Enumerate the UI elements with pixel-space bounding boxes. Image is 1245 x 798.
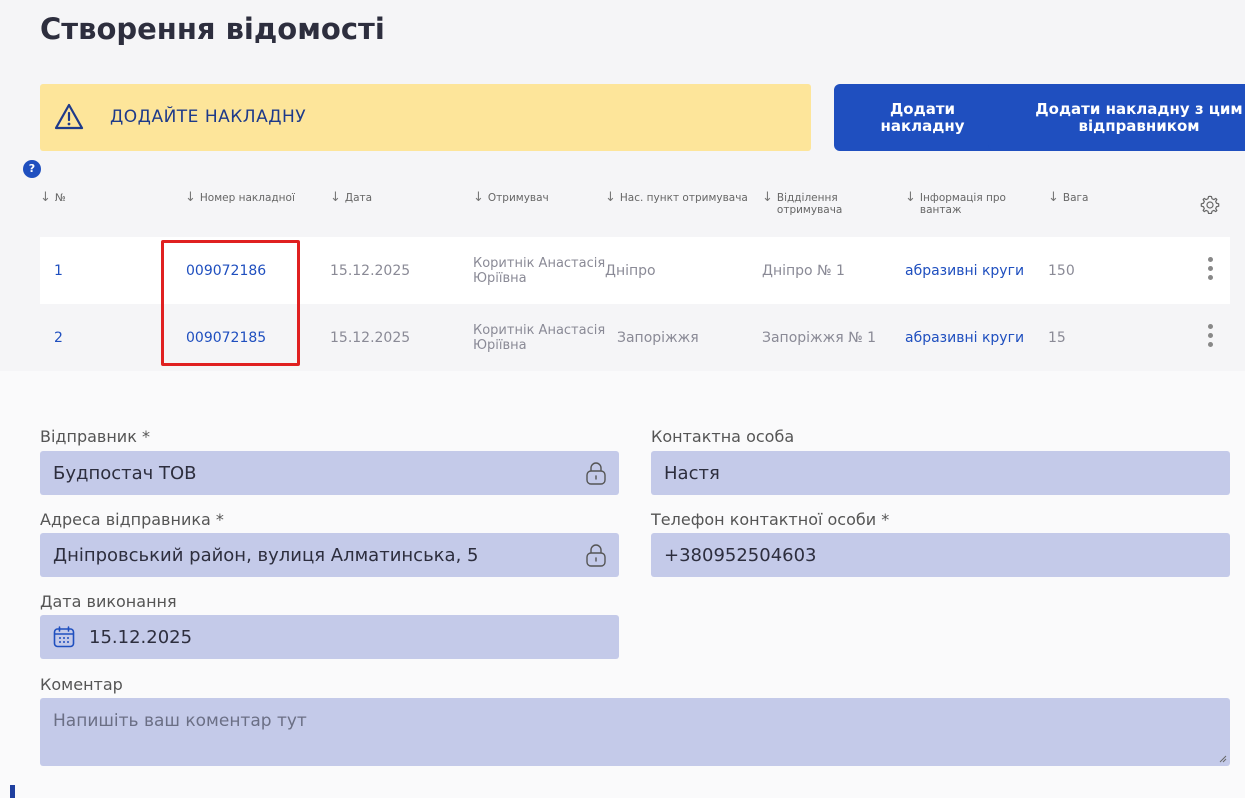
- row-date: 15.12.2025: [330, 329, 411, 346]
- sender-label: Відправник *: [40, 427, 150, 446]
- column-header-weight[interactable]: ↓ Вага: [1048, 190, 1089, 205]
- contact-field[interactable]: Настя: [651, 451, 1230, 495]
- sort-arrow-icon: ↓: [605, 190, 616, 205]
- sort-arrow-icon: ↓: [762, 190, 773, 205]
- column-header-recipient[interactable]: ↓ Отримувач: [473, 190, 549, 205]
- sort-arrow-icon: ↓: [330, 190, 341, 205]
- comment-label: Коментар: [40, 675, 123, 694]
- warning-text: ДОДАЙТЕ НАКЛАДНУ: [110, 107, 307, 127]
- row-recipient: Коритнік Анастасія Юріївна: [473, 322, 606, 353]
- row-weight: 15: [1048, 329, 1066, 346]
- address-label: Адреса відправника *: [40, 510, 224, 529]
- calendar-icon[interactable]: [53, 626, 75, 648]
- column-header-invoice[interactable]: ↓ Номер накладної: [185, 190, 295, 205]
- sort-arrow-icon: ↓: [1048, 190, 1059, 205]
- row-recipient: Коритнік Анастасія Юріївна: [473, 255, 606, 286]
- kebab-menu-icon[interactable]: [1207, 257, 1213, 283]
- column-header-recipient-branch[interactable]: ↓ Відділення отримувача: [762, 190, 872, 216]
- page-title: Створення відомості: [40, 12, 385, 46]
- table-row[interactable]: 1 009072186 15.12.2025 Коритнік Анастасі…: [40, 237, 1230, 304]
- sort-arrow-icon: ↓: [473, 190, 484, 205]
- address-field[interactable]: Дніпровський район, вулиця Алматинська, …: [40, 533, 619, 577]
- comment-placeholder: Напишіть ваш коментар тут: [53, 711, 307, 731]
- resize-handle-icon[interactable]: [1219, 755, 1227, 763]
- help-icon[interactable]: ?: [23, 160, 41, 178]
- row-number: 1: [54, 262, 63, 279]
- sender-value: Будпостач ТОВ: [53, 462, 197, 484]
- row-city: Запоріжжя: [617, 329, 699, 346]
- row-weight: 150: [1048, 262, 1075, 279]
- comment-textarea[interactable]: Напишіть ваш коментар тут: [40, 698, 1230, 766]
- warning-triangle-icon: [54, 103, 84, 130]
- sort-arrow-icon: ↓: [40, 190, 51, 205]
- table-row[interactable]: 2 009072185 15.12.2025 Коритнік Анастасі…: [40, 304, 1230, 371]
- row-city: Дніпро: [605, 262, 656, 279]
- kebab-menu-icon[interactable]: [1207, 324, 1213, 350]
- lock-icon: [586, 544, 606, 567]
- phone-value: +380952504603: [664, 544, 817, 566]
- column-header-number[interactable]: ↓ №: [40, 190, 66, 205]
- column-header-recipient-city[interactable]: ↓ Нас. пункт отримувача: [605, 190, 748, 205]
- row-branch: Запоріжжя № 1: [762, 329, 877, 346]
- row-cargo: абразивні круги: [905, 329, 1025, 346]
- sort-arrow-icon: ↓: [185, 190, 196, 205]
- row-date: 15.12.2025: [330, 262, 411, 279]
- left-edge-marker: [10, 785, 15, 798]
- contact-label: Контактна особа: [651, 427, 795, 446]
- lock-icon: [586, 462, 606, 485]
- sort-arrow-icon: ↓: [905, 190, 916, 205]
- address-value: Дніпровський район, вулиця Алматинська, …: [53, 544, 479, 566]
- sender-field[interactable]: Будпостач ТОВ: [40, 451, 619, 495]
- row-branch: Дніпро № 1: [762, 262, 845, 279]
- column-header-date[interactable]: ↓ Дата: [330, 190, 372, 205]
- date-label: Дата виконання: [40, 592, 177, 611]
- row-cargo: абразивні круги: [905, 262, 1025, 279]
- warning-banner: ДОДАЙТЕ НАКЛАДНУ: [40, 84, 811, 151]
- date-field[interactable]: 15.12.2025: [40, 615, 619, 659]
- invoice-number-link[interactable]: 009072185: [186, 304, 266, 371]
- invoice-number-link[interactable]: 009072186: [186, 237, 266, 304]
- date-value: 15.12.2025: [89, 626, 193, 648]
- gear-icon[interactable]: [1199, 194, 1221, 216]
- row-number: 2: [54, 329, 63, 346]
- add-invoice-button[interactable]: Додати накладну: [834, 84, 1011, 151]
- phone-label: Телефон контактної особи *: [651, 510, 890, 529]
- phone-field[interactable]: +380952504603: [651, 533, 1230, 577]
- column-header-cargo-info[interactable]: ↓ Інформація про вантаж: [905, 190, 1015, 216]
- add-invoice-with-sender-button[interactable]: Додати накладну з цим відправником: [988, 84, 1245, 151]
- contact-value: Настя: [664, 462, 720, 484]
